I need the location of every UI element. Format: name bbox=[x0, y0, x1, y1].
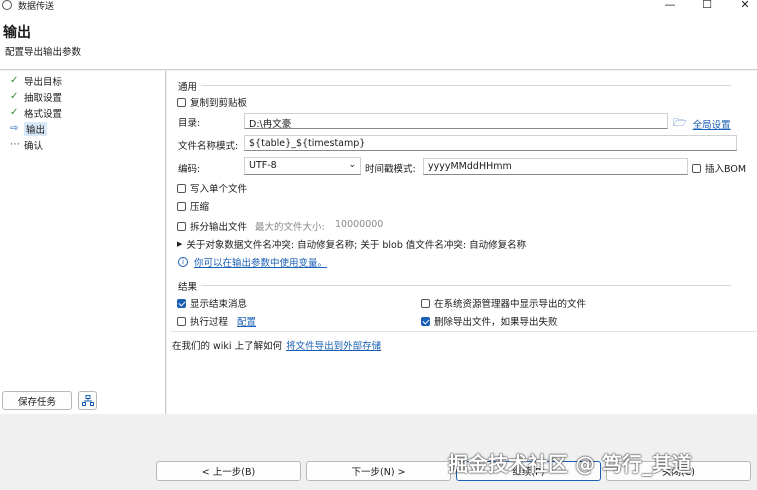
checkbox-box bbox=[421, 316, 430, 326]
step-export-target[interactable]: ✓ 导出目标 bbox=[10, 73, 62, 88]
checkbox-box bbox=[177, 201, 186, 211]
timestamp-label: 时间戳模式: bbox=[365, 164, 416, 175]
variables-hint-link: 你可以在输出参数中使用变量。 bbox=[194, 258, 328, 269]
group-divider bbox=[201, 285, 731, 286]
wiki-hint: 在我们的 wiki 上了解如何 将文件导出到外部存储 bbox=[172, 338, 381, 352]
copy-clipboard-checkbox[interactable]: 复制到剪贴板 bbox=[177, 95, 247, 109]
insert-bom-label: 插入BOM bbox=[705, 164, 747, 175]
step-output[interactable]: ⇨ 输出 bbox=[10, 121, 48, 136]
timestamp-pattern-input[interactable]: yyyyMMddHHmm bbox=[423, 158, 688, 175]
step-label: 输出 bbox=[24, 121, 48, 136]
task-manager-button[interactable] bbox=[78, 391, 97, 410]
group-divider bbox=[201, 85, 731, 86]
step-confirm[interactable]: ⋯ 确认 bbox=[10, 137, 43, 152]
page-title: 输出 bbox=[3, 25, 31, 41]
configure-link[interactable]: 配置 bbox=[237, 314, 256, 328]
global-settings-link[interactable]: 🗁 全局设置 bbox=[673, 114, 731, 133]
exec-process-label: 执行过程 bbox=[190, 317, 229, 328]
compress-label: 压缩 bbox=[190, 202, 210, 213]
compress-checkbox[interactable]: 压缩 bbox=[177, 199, 209, 213]
checkbox-box bbox=[692, 163, 701, 173]
close-window-button[interactable]: ✕ bbox=[735, 0, 755, 11]
encoding-label: 编码: bbox=[178, 164, 201, 175]
max-size-label: 最大的文件大小: bbox=[255, 222, 325, 233]
result-group-title: 结果 bbox=[178, 282, 198, 293]
step-label: 导出目标 bbox=[24, 76, 63, 88]
step-format-settings[interactable]: ✓ 格式设置 bbox=[10, 105, 62, 120]
output-settings-panel: 通用 复制到剪贴板 目录: D:\冉文豪 🗁 全局设置 文件名称模式: ${ta… bbox=[167, 71, 757, 414]
split-output-label: 拆分输出文件 bbox=[190, 222, 248, 233]
split-output-checkbox[interactable]: 拆分输出文件 bbox=[177, 219, 247, 233]
encoding-select[interactable]: UTF-8 ⌄ bbox=[244, 157, 361, 175]
arrow-right-icon: ⇨ bbox=[10, 123, 19, 134]
checkbox-box bbox=[177, 298, 186, 308]
show-end-message-label: 显示结束消息 bbox=[190, 299, 248, 310]
step-label: 抽取设置 bbox=[24, 92, 63, 104]
minimize-button[interactable]: — bbox=[660, 0, 680, 11]
directory-input[interactable]: D:\冉文豪 bbox=[244, 113, 668, 129]
show-end-message-checkbox[interactable]: 显示结束消息 bbox=[177, 296, 247, 310]
checkbox-box bbox=[177, 316, 186, 326]
chevron-right-icon: ▶ bbox=[177, 240, 183, 248]
name-conflict-text: 关于对象数据文件名冲突: 自动修复名称; 关于 blob 值文件名冲突: 自动修… bbox=[186, 240, 527, 251]
window-title: 数据传送 bbox=[18, 2, 55, 12]
delete-on-fail-label: 删除导出文件，如果导出失败 bbox=[434, 317, 558, 328]
step-label: 确认 bbox=[24, 140, 44, 152]
check-icon: ✓ bbox=[10, 91, 19, 102]
wizard-steps-sidebar: ✓ 导出目标 ✓ 抽取设置 ✓ 格式设置 ⇨ 输出 ⋯ 确认 保存任务 bbox=[0, 71, 166, 414]
section-divider bbox=[171, 331, 757, 332]
watermark: 掘金技术社区 @ 笃行_其道 bbox=[448, 452, 692, 476]
single-file-label: 写入单个文件 bbox=[190, 184, 248, 195]
maximize-button[interactable]: ☐ bbox=[697, 0, 717, 11]
folder-icon: 🗁 bbox=[673, 116, 687, 129]
hierarchy-icon bbox=[81, 394, 94, 406]
check-icon: ✓ bbox=[10, 107, 19, 118]
general-group-title: 通用 bbox=[178, 82, 198, 93]
global-settings-label: 全局设置 bbox=[692, 119, 731, 131]
step-extract-settings[interactable]: ✓ 抽取设置 bbox=[10, 89, 62, 104]
delete-on-fail-checkbox[interactable]: 删除导出文件，如果导出失败 bbox=[421, 314, 558, 328]
chevron-down-icon: ⌄ bbox=[348, 160, 356, 170]
step-label: 格式设置 bbox=[24, 108, 63, 120]
variables-hint[interactable]: i 你可以在输出参数中使用变量。 bbox=[178, 255, 327, 269]
page-subtitle: 配置导出输出参数 bbox=[5, 47, 82, 58]
wiki-prefix: 在我们的 wiki 上了解如何 bbox=[172, 341, 283, 352]
copy-clipboard-label: 复制到剪贴板 bbox=[190, 98, 248, 109]
title-bar: 数据传送 — ☐ ✕ bbox=[0, 0, 757, 12]
filename-label: 文件名称模式: bbox=[178, 141, 239, 152]
checkbox-box bbox=[177, 183, 186, 193]
name-conflict-expander[interactable]: ▶ 关于对象数据文件名冲突: 自动修复名称; 关于 blob 值文件名冲突: 自… bbox=[177, 237, 526, 251]
back-button[interactable]: < 上一步(B) bbox=[156, 461, 301, 481]
info-icon: i bbox=[178, 257, 188, 267]
checkbox-box bbox=[177, 97, 186, 107]
show-in-explorer-label: 在系统资源管理器中显示导出的文件 bbox=[434, 299, 587, 310]
checkbox-box bbox=[177, 221, 186, 231]
dir-label: 目录: bbox=[178, 118, 201, 129]
wiki-link[interactable]: 将文件导出到外部存储 bbox=[286, 338, 381, 352]
exec-process-checkbox[interactable]: 执行过程 bbox=[177, 314, 228, 328]
next-button[interactable]: 下一步(N) > bbox=[306, 461, 451, 481]
single-file-checkbox[interactable]: 写入单个文件 bbox=[177, 181, 247, 195]
insert-bom-checkbox[interactable]: 插入BOM bbox=[692, 161, 746, 175]
max-size-input[interactable]: 10000000 bbox=[335, 219, 383, 230]
save-task-button[interactable]: 保存任务 bbox=[2, 391, 72, 410]
encoding-value: UTF-8 bbox=[249, 160, 277, 171]
check-icon: ✓ bbox=[10, 75, 19, 86]
ellipsis-icon: ⋯ bbox=[10, 139, 20, 150]
checkbox-box bbox=[421, 298, 430, 308]
app-icon bbox=[2, 0, 12, 10]
wizard-header: 输出 配置导出输出参数 bbox=[0, 12, 757, 70]
filename-pattern-input[interactable]: ${table}_${timestamp} bbox=[244, 135, 737, 151]
show-in-explorer-checkbox[interactable]: 在系统资源管理器中显示导出的文件 bbox=[421, 296, 586, 310]
